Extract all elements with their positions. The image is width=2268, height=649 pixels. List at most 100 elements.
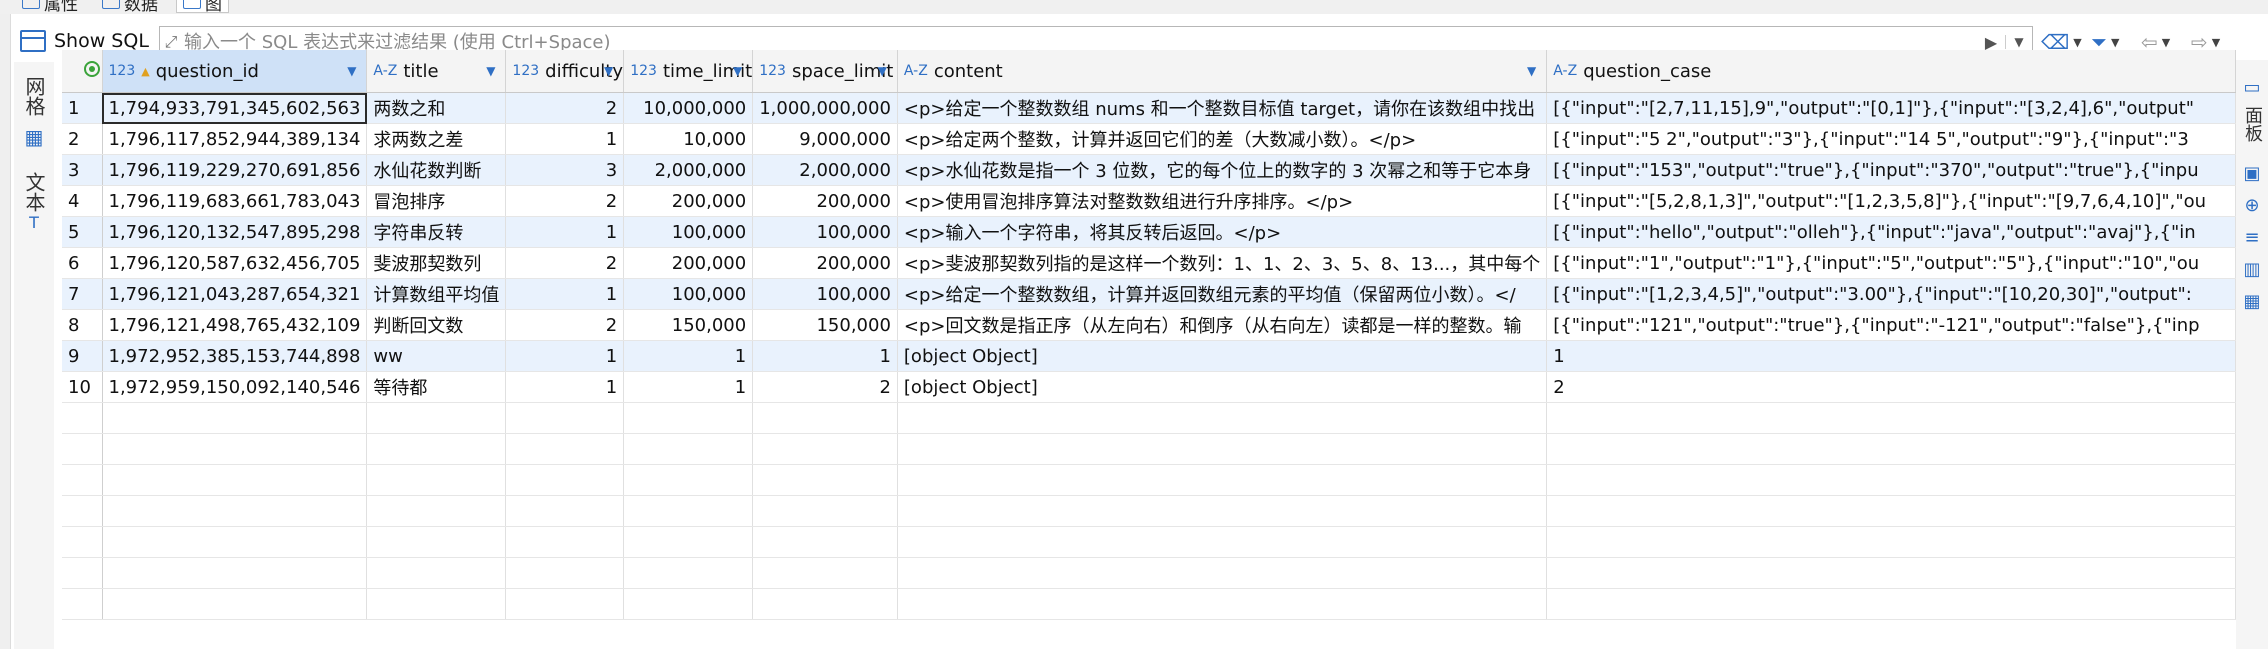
cell-content[interactable]: <p>给定一个整数数组，计算并返回数组元素的平均值（保留两位小数）。</ <box>897 278 1548 310</box>
sort-icon[interactable]: ▼ <box>347 64 356 78</box>
cell-title[interactable]: 求两数之差 <box>366 123 507 155</box>
cell-difficulty[interactable]: 1 <box>505 340 625 372</box>
row-number[interactable]: 4 <box>62 185 103 217</box>
col-header-question_id[interactable]: 123 ▲ question_id ▼ <box>102 50 368 93</box>
cell-title[interactable]: 计算数组平均值 <box>366 278 507 310</box>
cell-time_limit[interactable]: 150,000 <box>623 309 754 341</box>
cell-question_id[interactable]: 1,796,121,043,287,654,321 <box>102 278 368 310</box>
col-header-content[interactable]: A-Z content ▼ <box>897 50 1548 93</box>
cell-content[interactable]: <p>给定一个整数数组 nums 和一个整数目标值 target，请你在该数组中… <box>897 92 1548 124</box>
col-header-time_limit[interactable]: 123 time_limit ▼ <box>623 50 754 93</box>
cell-title[interactable]: 斐波那契数列 <box>366 247 507 279</box>
cell-time_limit[interactable]: 100,000 <box>623 278 754 310</box>
cell-title[interactable]: 判断回文数 <box>366 309 507 341</box>
row-number[interactable]: 2 <box>62 123 103 155</box>
cell-space_limit[interactable]: 1,000,000,000 <box>752 92 898 124</box>
cell-question_id[interactable]: 1,796,120,132,547,895,298 <box>102 216 368 248</box>
cell-question_case[interactable]: [{"input":"[2,7,11,15],9","output":"[0,1… <box>1546 92 2236 124</box>
tab-diagram[interactable]: 图 <box>176 0 229 14</box>
cell-space_limit[interactable]: 1 <box>752 340 898 372</box>
cell-question_case[interactable]: 2 <box>1546 371 2236 403</box>
cell-content[interactable]: <p>回文数是指正序（从左向右）和倒序（从右向左）读都是一样的整数。输 <box>897 309 1548 341</box>
row-number[interactable]: 7 <box>62 278 103 310</box>
table-row[interactable]: 5 1,796,120,132,547,895,298 字符串反转 1 100,… <box>62 216 2236 248</box>
cell-content[interactable]: <p>使用冒泡排序算法对整数数组进行升序排序。</p> <box>897 185 1548 217</box>
corner-cell[interactable] <box>62 50 103 93</box>
cell-difficulty[interactable]: 1 <box>505 278 625 310</box>
cell-title[interactable]: ww <box>366 340 507 372</box>
cell-question_case[interactable]: [{"input":"153","output":"true"},{"input… <box>1546 154 2236 186</box>
row-number[interactable]: 10 <box>62 371 103 403</box>
cell-content[interactable]: <p>水仙花数是指一个 3 位数，它的每个位上的数字的 3 次幂之和等于它本身 <box>897 154 1548 186</box>
sort-icon[interactable]: ▼ <box>1527 64 1536 78</box>
col-header-question_case[interactable]: A-Z question_case <box>1546 50 2236 93</box>
row-number[interactable]: 9 <box>62 340 103 372</box>
sort-icon[interactable]: ▼ <box>733 64 742 78</box>
cell-question_case[interactable]: [{"input":"hello","output":"olleh"},{"in… <box>1546 216 2236 248</box>
cell-title[interactable]: 冒泡排序 <box>366 185 507 217</box>
grid-icon[interactable]: ▦ <box>22 126 46 148</box>
apply-filter-icon[interactable]: ▶ <box>1977 33 2005 52</box>
cell-title[interactable]: 等待都 <box>366 371 507 403</box>
cell-question_case[interactable]: [{"input":"121","output":"true"},{"input… <box>1546 309 2236 341</box>
cell-question_id[interactable]: 1,972,959,150,092,140,546 <box>102 371 368 403</box>
table-row[interactable]: 2 1,796,117,852,944,389,134 求两数之差 1 10,0… <box>62 123 2236 155</box>
cell-time_limit[interactable]: 10,000,000 <box>623 92 754 124</box>
table-row[interactable]: 9 1,972,952,385,153,744,898 ww 1 1 1 [ob… <box>62 340 2236 372</box>
cell-content[interactable]: <p>斐波那契数列指的是这样一个数列：1、1、2、3、5、8、13...，其中每… <box>897 247 1548 279</box>
layout-icon[interactable]: ▦ <box>2242 292 2262 312</box>
filter-history-icon[interactable]: ▼ <box>2005 35 2032 49</box>
cell-question_id[interactable]: 1,796,119,683,661,783,043 <box>102 185 368 217</box>
cell-time_limit[interactable]: 100,000 <box>623 216 754 248</box>
cell-question_id[interactable]: 1,796,120,587,632,456,705 <box>102 247 368 279</box>
cell-difficulty[interactable]: 1 <box>505 123 625 155</box>
cell-time_limit[interactable]: 2,000,000 <box>623 154 754 186</box>
cell-question_id[interactable]: 1,972,952,385,153,744,898 <box>102 340 368 372</box>
row-number[interactable]: 1 <box>62 92 103 124</box>
col-header-difficulty[interactable]: 123 difficulty ▼ <box>505 50 625 93</box>
col-header-space_limit[interactable]: 123 space_limit ▼ <box>752 50 898 93</box>
cell-content[interactable]: [object Object] <box>897 340 1548 372</box>
table-row[interactable]: 8 1,796,121,498,765,432,109 判断回文数 2 150,… <box>62 309 2236 341</box>
cell-space_limit[interactable]: 100,000 <box>752 278 898 310</box>
cell-time_limit[interactable]: 10,000 <box>623 123 754 155</box>
sort-icon[interactable]: ▼ <box>486 64 495 78</box>
image-icon[interactable]: ▣ <box>2242 164 2262 184</box>
row-number[interactable]: 5 <box>62 216 103 248</box>
cell-question_id[interactable]: 1,796,121,498,765,432,109 <box>102 309 368 341</box>
cell-content[interactable]: [object Object] <box>897 371 1548 403</box>
row-number[interactable]: 8 <box>62 309 103 341</box>
table-row[interactable]: 10 1,972,959,150,092,140,546 等待都 1 1 2 [… <box>62 371 2236 403</box>
sort-icon[interactable]: ▼ <box>604 64 613 78</box>
tab-text[interactable]: 文本 T <box>22 172 46 234</box>
cell-question_case[interactable]: [{"input":"5 2","output":"3"},{"input":"… <box>1546 123 2236 155</box>
cell-difficulty[interactable]: 2 <box>505 309 625 341</box>
cell-time_limit[interactable]: 1 <box>623 340 754 372</box>
cell-title[interactable]: 字符串反转 <box>366 216 507 248</box>
cell-space_limit[interactable]: 2 <box>752 371 898 403</box>
cell-difficulty[interactable]: 2 <box>505 247 625 279</box>
cell-space_limit[interactable]: 150,000 <box>752 309 898 341</box>
col-header-title[interactable]: A-Z title ▼ <box>366 50 507 93</box>
cell-question_case[interactable]: [{"input":"[5,2,8,1,3]","output":"[1,2,3… <box>1546 185 2236 217</box>
sigma-icon[interactable]: ≡ <box>2242 228 2262 248</box>
cell-difficulty[interactable]: 2 <box>505 185 625 217</box>
table-row[interactable]: 1 1,794,933,791,345,602,563 两数之和 2 10,00… <box>62 92 2236 124</box>
cell-content[interactable]: <p>给定两个整数，计算并返回它们的差（大数减小数）。</p> <box>897 123 1548 155</box>
table-row[interactable]: 7 1,796,121,043,287,654,321 计算数组平均值 1 10… <box>62 278 2236 310</box>
expand-icon[interactable]: ⤢ <box>160 32 182 52</box>
table-row[interactable]: 4 1,796,119,683,661,783,043 冒泡排序 2 200,0… <box>62 185 2236 217</box>
row-number[interactable]: 3 <box>62 154 103 186</box>
cell-title[interactable]: 两数之和 <box>366 92 507 124</box>
tab-panels[interactable]: 面板 <box>2242 106 2263 147</box>
cell-question_case[interactable]: [{"input":"[1,2,3,4,5]","output":"3.00"}… <box>1546 278 2236 310</box>
cell-question_case[interactable]: 1 <box>1546 340 2236 372</box>
tab-data[interactable]: 数据 <box>102 0 158 14</box>
cell-difficulty[interactable]: 1 <box>505 371 625 403</box>
cell-space_limit[interactable]: 200,000 <box>752 185 898 217</box>
table-row[interactable]: 3 1,796,119,229,270,691,856 水仙花数判断 3 2,0… <box>62 154 2236 186</box>
cell-space_limit[interactable]: 200,000 <box>752 247 898 279</box>
cell-question_id[interactable]: 1,796,117,852,944,389,134 <box>102 123 368 155</box>
cell-difficulty[interactable]: 3 <box>505 154 625 186</box>
chart-icon[interactable]: ▥ <box>2242 260 2262 280</box>
